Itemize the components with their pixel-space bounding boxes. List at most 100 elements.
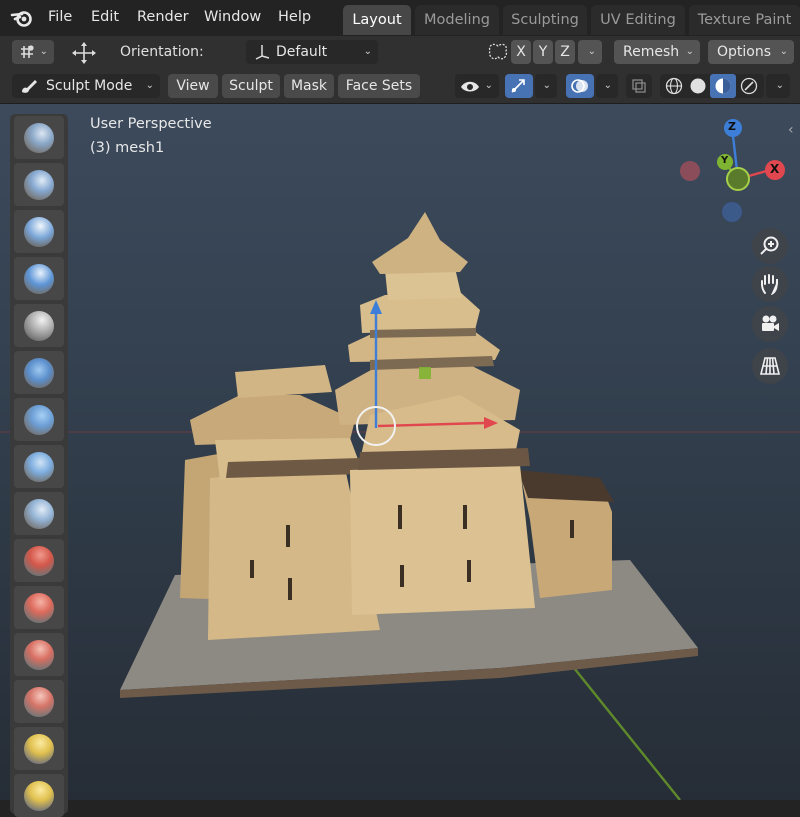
chevron-down-icon: ⌄ [587, 46, 596, 57]
visibility-dropdown[interactable]: ⌄ [455, 74, 499, 98]
tool-scrape[interactable] [14, 633, 64, 676]
tab-uv-editing[interactable]: UV Editing [591, 5, 685, 35]
orientation-axes-icon [255, 45, 270, 60]
tool-grab[interactable] [14, 774, 64, 817]
tab-layout[interactable]: Layout [343, 5, 411, 35]
transform-pivot-dropdown[interactable]: ⌄ [12, 40, 54, 64]
menu-help[interactable]: Help [278, 0, 311, 36]
top-bar: File Edit Render Window Help Layout Mode… [0, 0, 800, 36]
chevron-down-icon: ⌄ [779, 46, 788, 57]
gizmo-options-dropdown[interactable]: ⌄ [535, 74, 557, 98]
material-preview-icon [715, 78, 731, 94]
chevron-down-icon: ⌄ [363, 46, 372, 57]
menu-file[interactable]: File [48, 0, 72, 36]
tool-clay-strips[interactable] [14, 257, 64, 300]
blender-logo-icon[interactable] [10, 6, 34, 30]
overlays-options-dropdown[interactable]: ⌄ [596, 74, 618, 98]
gizmo-x-label: X [770, 162, 780, 176]
draw-sharp-icon [24, 170, 54, 200]
tool-draw-sharp[interactable] [14, 163, 64, 206]
active-object-label: (3) mesh1 [90, 140, 165, 156]
tool-crease[interactable] [14, 445, 64, 488]
chevron-down-icon: ⌄ [484, 80, 493, 91]
orientation-dropdown[interactable]: Default ⌄ [246, 40, 378, 64]
draw-brush-icon [24, 123, 54, 153]
pan-button[interactable] [752, 266, 788, 302]
xray-icon [632, 79, 646, 93]
fill-icon [24, 593, 54, 623]
smooth-icon [24, 499, 54, 529]
mode-label: Sculpt Mode [46, 78, 133, 94]
clay-icon [24, 217, 54, 247]
chevron-down-icon: ⌄ [39, 46, 48, 57]
camera-view-button[interactable] [752, 306, 788, 342]
orientation-value: Default [276, 44, 328, 60]
tool-fill[interactable] [14, 586, 64, 629]
mode-dropdown[interactable]: Sculpt Mode ⌄ [12, 74, 160, 98]
orientation-label: Orientation: [120, 44, 204, 60]
pinch-icon [24, 734, 54, 764]
tab-modeling[interactable]: Modeling [415, 5, 499, 35]
symmetry-options-dropdown[interactable]: ⌄ [578, 40, 602, 64]
tool-flatten[interactable] [14, 539, 64, 582]
viewport-header: Sculpt Mode ⌄ View Sculpt Mask Face Sets… [0, 69, 800, 104]
gizmo-z-label: Z [728, 120, 736, 133]
flatten-icon [24, 546, 54, 576]
menu-face-sets[interactable]: Face Sets [338, 74, 420, 98]
menu-window[interactable]: Window [204, 0, 261, 36]
remesh-label: Remesh [623, 44, 680, 60]
xray-toggle[interactable] [626, 74, 652, 98]
tool-blob[interactable] [14, 398, 64, 441]
wireframe-shading-icon[interactable] [665, 77, 683, 95]
menu-mask[interactable]: Mask [284, 74, 334, 98]
clay-strips-icon [24, 264, 54, 294]
menu-view[interactable]: View [168, 74, 218, 98]
tool-draw[interactable] [14, 116, 64, 159]
perspective-label: User Perspective [90, 116, 212, 132]
tab-sculpting[interactable]: Sculpting [503, 5, 587, 35]
symmetry-y-toggle[interactable]: Y [533, 40, 553, 64]
zoom-icon [760, 236, 779, 255]
camera-icon [762, 315, 779, 331]
transform-arrows-icon[interactable] [68, 41, 100, 65]
tool-smooth[interactable] [14, 492, 64, 535]
grab-icon [24, 781, 54, 811]
tool-pinch[interactable] [14, 727, 64, 770]
gizmo-icon [511, 79, 525, 93]
tool-inflate[interactable] [14, 351, 64, 394]
chevron-down-icon: ⌄ [775, 80, 784, 91]
solid-shading-icon[interactable] [689, 77, 707, 95]
tool-settings-bar: ⌄ Orientation: Default ⌄ X Y Z ⌄ Remesh … [0, 36, 800, 69]
overlays-toggle[interactable] [566, 74, 594, 98]
3d-viewport[interactable]: User Perspective (3) mesh1 Z X Y ‹ [0, 104, 800, 800]
gizmo-y-label: Y [721, 155, 729, 166]
menu-render[interactable]: Render [137, 0, 189, 36]
material-preview-shading-button[interactable] [710, 74, 736, 98]
rendered-shading-icon[interactable] [740, 77, 758, 95]
remesh-dropdown[interactable]: Remesh ⌄ [614, 40, 700, 64]
symmetry-butterfly-icon[interactable] [487, 43, 509, 63]
perspective-toggle-button[interactable] [752, 348, 788, 384]
chevron-down-icon: ⌄ [145, 80, 154, 91]
layer-icon [24, 311, 54, 341]
grid-icon [759, 357, 781, 375]
shading-options-dropdown[interactable]: ⌄ [766, 74, 790, 98]
menu-sculpt[interactable]: Sculpt [222, 74, 280, 98]
tool-multiplane-scrape[interactable] [14, 680, 64, 723]
tab-texture-paint[interactable]: Texture Paint [689, 5, 800, 35]
gizmo-toggle[interactable] [505, 74, 533, 98]
menu-edit[interactable]: Edit [91, 0, 119, 36]
zoom-button[interactable] [752, 228, 788, 264]
symmetry-x-toggle[interactable]: X [511, 40, 531, 64]
tool-layer[interactable] [14, 304, 64, 347]
sidebar-toggle-icon[interactable]: ‹ [788, 122, 794, 138]
eye-icon [461, 81, 479, 92]
options-dropdown[interactable]: Options ⌄ [708, 40, 794, 64]
tool-clay[interactable] [14, 210, 64, 253]
multiplane-scrape-icon [24, 687, 54, 717]
hand-pan-icon [761, 274, 778, 296]
pivot-icon [21, 45, 34, 58]
symmetry-z-toggle[interactable]: Z [555, 40, 575, 64]
options-label: Options [717, 44, 772, 60]
blob-icon [24, 405, 54, 435]
